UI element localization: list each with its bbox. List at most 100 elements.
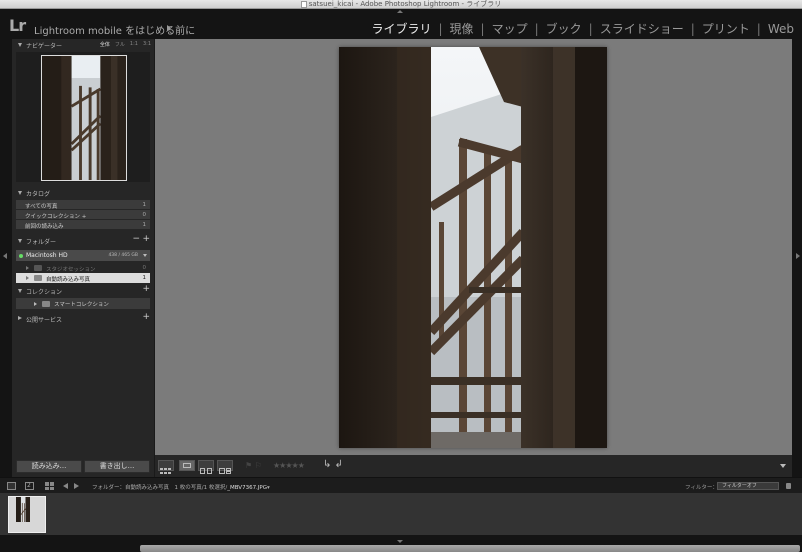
catalog-item-previous-import[interactable]: 前回の読み込み 1	[16, 220, 150, 230]
smart-collection-set[interactable]: スマートコレクション	[16, 298, 150, 309]
filter-lock-icon[interactable]	[786, 483, 791, 489]
collapse-filmstrip-icon[interactable]	[397, 540, 403, 543]
folder-icon	[34, 265, 42, 271]
rotate-buttons[interactable]: ↳ ↲	[323, 459, 343, 470]
filmstrip	[0, 493, 802, 535]
collection-set-icon	[42, 300, 50, 307]
module-bar: Lr Lightroom mobile をはじめる前に ライブラリ | 現像 | マップ…	[0, 9, 802, 39]
folder-expand-icon[interactable]	[26, 266, 29, 270]
module-5[interactable]: プリント	[702, 20, 750, 37]
collapse-left-panel-icon[interactable]	[3, 253, 7, 259]
collections-title: コレクション	[26, 289, 63, 296]
document-icon	[300, 0, 307, 8]
module-separator: |	[480, 21, 485, 36]
module-separator: |	[756, 21, 761, 36]
volume-dropdown-icon[interactable]	[143, 254, 147, 257]
panel-expand-icon[interactable]	[18, 316, 22, 320]
filter-label: フィルター：	[685, 485, 718, 491]
module-4[interactable]: スライドショー	[600, 20, 684, 37]
mac-dock	[140, 545, 800, 552]
remove-folder-button[interactable]: −	[132, 234, 140, 244]
folder-icon	[34, 275, 42, 281]
volume-macintosh-hd[interactable]: Macintosh HD 438 / 465 GB	[16, 250, 150, 261]
identity-arrow-icon[interactable]	[167, 25, 171, 31]
lightroom-logo: Lr	[9, 16, 26, 35]
zoom-fill[interactable]: フル	[115, 41, 125, 48]
survey-view-icon	[219, 468, 231, 474]
navigator-thumbnail-image	[42, 56, 126, 180]
catalog-title: カタログ	[26, 191, 51, 198]
expand-right-panel-icon[interactable]	[796, 253, 800, 259]
catalog-item-all-photos[interactable]: すべての写真 1	[16, 200, 150, 210]
folder-studio-session[interactable]: スタジオセッション 0	[16, 263, 150, 273]
import-button[interactable]: 読み込み...	[16, 460, 82, 473]
navigator-thumbnail[interactable]	[41, 55, 127, 181]
publish-services-header[interactable]: 公開サービス +	[12, 312, 154, 325]
survey-view-button[interactable]	[217, 460, 233, 474]
zoom-fit[interactable]: 全体	[100, 41, 110, 48]
module-6[interactable]: Web	[768, 22, 794, 36]
collection-expand-icon[interactable]	[34, 301, 37, 306]
add-publish-service-button[interactable]: +	[142, 312, 150, 322]
module-0[interactable]: ライブラリ	[371, 20, 431, 37]
window-title: satsuei_kicai - Adobe Photoshop Lightroo…	[308, 0, 502, 8]
navigator-header[interactable]: ナビゲーター 全体 フル 1:1 3:1	[12, 39, 154, 51]
back-arrow-icon[interactable]	[63, 483, 68, 489]
filmstrip-bar: 2 フォルダー：自動読み込み写真 1 枚の写真/1 枚選択/_MBV7367.J…	[0, 477, 802, 493]
loupe-view-button[interactable]	[179, 460, 195, 471]
volume-status-icon	[19, 253, 23, 258]
filter-select[interactable]: フィルターオフ	[717, 482, 779, 490]
panel-collapse-icon[interactable]	[18, 43, 22, 47]
second-window-icon[interactable]: 2	[25, 482, 34, 490]
navigator-title: ナビゲーター	[26, 43, 63, 50]
module-picker: ライブラリ | 現像 | マップ | ブック | スライドショー | プリント | Web	[371, 20, 794, 37]
catalog-header[interactable]: カタログ	[12, 187, 154, 199]
loupe-view-icon	[183, 463, 191, 468]
source-path: フォルダー：自動読み込み写真 1 枚の写真/1 枚選択/	[92, 485, 228, 491]
navigator-zoom-options: 全体 フル 1:1 3:1	[100, 41, 151, 48]
publish-services-title: 公開サービス	[26, 317, 63, 324]
panel-collapse-icon[interactable]	[18, 289, 22, 293]
module-separator: |	[438, 21, 443, 36]
flag-buttons[interactable]: ⚑ ⚐	[245, 461, 262, 470]
module-2[interactable]: マップ	[492, 20, 528, 37]
toolbar-options-dropdown-icon[interactable]	[780, 464, 786, 468]
grid-view-button[interactable]	[158, 460, 174, 474]
compare-view-icon	[200, 468, 212, 474]
main-photo-image	[339, 47, 607, 448]
module-separator: |	[588, 21, 593, 36]
catalog-item-quick-collection[interactable]: クイックコレクション + 0	[16, 210, 150, 220]
zoom-3-1[interactable]: 3:1	[143, 41, 151, 48]
grid-view-icon	[160, 468, 171, 474]
grid-mode-icon[interactable]	[45, 482, 54, 490]
file-dropdown-icon[interactable]: ▾	[267, 485, 270, 491]
collapse-top-panel-icon[interactable]	[397, 10, 403, 13]
main-window-icon[interactable]	[7, 482, 16, 490]
main-photo[interactable]	[339, 47, 607, 448]
export-button[interactable]: 書き出し...	[84, 460, 150, 473]
star-rating[interactable]: ★★★★★	[273, 461, 305, 470]
panel-collapse-icon[interactable]	[18, 239, 22, 243]
module-3[interactable]: ブック	[546, 20, 582, 37]
filmstrip-thumbnail-image	[16, 497, 30, 522]
forward-arrow-icon[interactable]	[74, 483, 79, 489]
panel-collapse-icon[interactable]	[18, 191, 22, 195]
current-file: _MBV7367.JPG	[227, 485, 268, 491]
bottom-edge	[0, 535, 802, 552]
library-toolbar: ⚑ ⚐ ★★★★★ ↳ ↲	[155, 455, 792, 477]
folders-title: フォルダー	[26, 239, 57, 246]
filmstrip-source[interactable]: フォルダー：自動読み込み写真 1 枚の写真/1 枚選択/_MBV7367.JPG…	[92, 483, 270, 491]
collections-header[interactable]: コレクション +	[12, 284, 154, 297]
loupe-view[interactable]	[155, 39, 792, 455]
add-collection-button[interactable]: +	[142, 284, 150, 294]
module-1[interactable]: 現像	[450, 20, 474, 37]
add-folder-button[interactable]: +	[142, 234, 150, 244]
folder-auto-import[interactable]: 自動読み込み写真 1	[16, 273, 150, 283]
zoom-1-1[interactable]: 1:1	[130, 41, 138, 48]
folder-expand-icon[interactable]	[26, 276, 29, 280]
folders-header[interactable]: フォルダー − +	[12, 234, 154, 247]
filmstrip-thumbnail[interactable]	[16, 497, 30, 522]
module-separator: |	[690, 21, 695, 36]
compare-view-button[interactable]	[198, 460, 214, 474]
window-titlebar: satsuei_kicai - Adobe Photoshop Lightroo…	[0, 0, 802, 9]
